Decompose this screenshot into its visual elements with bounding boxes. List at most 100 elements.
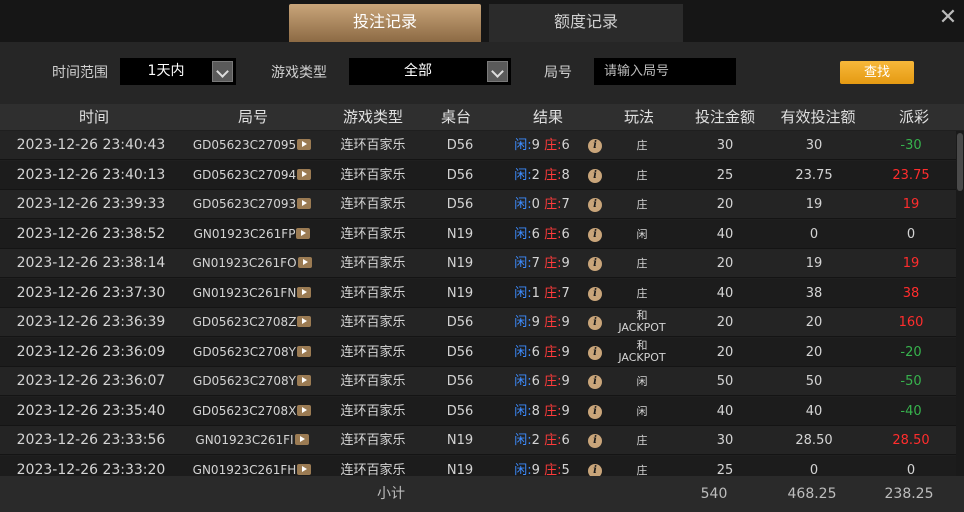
bet-type-extra: JACKPOT (618, 321, 666, 334)
cell-round[interactable]: GN01923C261FO (184, 249, 320, 278)
player-label: 闲: (514, 256, 532, 271)
player-label: 闲: (514, 462, 532, 477)
cell-time: 2023-12-26 23:40:13 (16, 166, 166, 183)
cell-game: 连环百家乐 (340, 462, 406, 477)
info-icon[interactable]: i (588, 345, 602, 360)
search-button[interactable]: 查找 (840, 61, 914, 84)
info-icon[interactable]: i (588, 257, 602, 271)
info-icon[interactable]: i (588, 316, 602, 330)
cell-bet-type: 闲 (606, 367, 678, 396)
cell-round[interactable]: GD05623C2708X (184, 397, 320, 426)
cell-payout: 23.75 (892, 167, 930, 183)
table-row[interactable]: 2023-12-26 23:38:52 GN01923C261FP 连环百家乐 N19… (0, 219, 956, 249)
cell-round[interactable]: GD05623C2708Z (184, 308, 320, 337)
table-row[interactable]: 2023-12-26 23:33:56 GN01923C261FI 连环百家乐 N19… (0, 426, 956, 455)
play-icon[interactable] (297, 316, 312, 327)
cell-table: D56 (446, 197, 474, 212)
table-row[interactable]: 2023-12-26 23:39:33 GD05623C27093 连环百家乐 D56… (0, 190, 956, 219)
cell-round[interactable]: GN01923C261FN (184, 279, 320, 308)
banker-score: 8 (561, 167, 570, 183)
player-label: 闲: (514, 167, 532, 183)
cell-bet-type: 和 JACKPOT (606, 308, 678, 337)
player-score: 9 (531, 138, 540, 153)
play-icon[interactable] (296, 227, 311, 239)
table-row[interactable]: 2023-12-26 23:37:30 GN01923C261FN 连环百家乐 N19… (0, 278, 956, 308)
info-icon[interactable]: i (588, 168, 602, 183)
col-payout: 派彩 (898, 108, 929, 126)
chevron-down-icon[interactable] (212, 61, 233, 82)
play-icon[interactable] (297, 139, 312, 150)
round-id: GD05623C27094 (192, 167, 297, 182)
cell-round[interactable]: GD05623C27094 (184, 161, 320, 190)
info-icon[interactable]: i (588, 286, 602, 301)
player-label: 闲: (514, 197, 532, 212)
scrollbar-thumb[interactable] (957, 133, 963, 191)
cell-result: 闲:6 庄:9 (500, 367, 584, 396)
banker-score: 9 (561, 403, 570, 419)
play-icon[interactable] (297, 286, 312, 298)
cell-round[interactable]: GD05623C27093 (184, 190, 320, 219)
round-input[interactable]: 请输入局号 (594, 58, 736, 85)
banker-label: 庄: (544, 138, 562, 153)
cell-payout: 28.50 (892, 433, 930, 448)
filter-bar: 时间范围 1天内 游戏类型 全部 局号 请输入局号 查找 (0, 42, 964, 104)
banker-label: 庄: (544, 403, 562, 419)
time-range-select[interactable]: 1天内 (120, 58, 236, 85)
info-icon[interactable]: i (588, 375, 602, 389)
cell-round[interactable]: GN01923C261FP (184, 220, 320, 249)
play-icon[interactable] (294, 434, 309, 445)
banker-label: 庄: (544, 256, 562, 271)
cell-round[interactable]: GN01923C261FH (184, 456, 320, 476)
table-row[interactable]: 2023-12-26 23:38:14 GN01923C261FO 连环百家乐 N19… (0, 249, 956, 278)
play-icon[interactable] (296, 375, 311, 386)
play-icon[interactable] (296, 345, 311, 357)
table-row[interactable]: 2023-12-26 23:33:20 GN01923C261FH 连环百家乐 N19… (0, 455, 956, 477)
cell-table: N19 (446, 433, 474, 448)
bet-type-value: 庄 (636, 198, 648, 211)
player-label: 闲: (514, 315, 532, 330)
cell-round[interactable]: GD05623C2708Y (184, 338, 320, 367)
cell-game: 连环百家乐 (340, 344, 406, 360)
cell-table: D56 (446, 315, 474, 330)
scrollbar[interactable] (956, 131, 964, 476)
cell-game: 连环百家乐 (340, 197, 406, 212)
table-row[interactable]: 2023-12-26 23:36:39 GD05623C2708Z 连环百家乐 D56… (0, 308, 956, 337)
info-icon[interactable]: i (588, 404, 602, 419)
cell-result: 闲:9 庄:9 (500, 308, 584, 337)
play-icon[interactable] (297, 198, 312, 209)
close-icon[interactable]: ✕ (936, 6, 960, 30)
tab-credit-records[interactable]: 额度记录 (489, 4, 683, 42)
cell-game: 连环百家乐 (340, 256, 406, 271)
table-row[interactable]: 2023-12-26 23:36:09 GD05623C2708Y 连环百家乐 D56… (0, 337, 956, 367)
play-icon[interactable] (297, 168, 312, 180)
round-id: GN01923C261FI (195, 433, 294, 447)
round-id: GD05623C2708Y (193, 374, 296, 388)
info-icon[interactable]: i (588, 463, 602, 476)
info-icon[interactable]: i (588, 198, 602, 212)
play-icon[interactable] (297, 463, 312, 475)
cell-round[interactable]: GD05623C2708Y (184, 367, 320, 396)
cell-payout: -30 (900, 138, 922, 153)
tab-bet-records[interactable]: 投注记录 (289, 4, 481, 42)
play-icon[interactable] (297, 257, 312, 268)
cell-table: N19 (446, 462, 474, 477)
table-row[interactable]: 2023-12-26 23:36:07 GD05623C2708Y 连环百家乐 D56… (0, 367, 956, 396)
col-round: 局号 (237, 108, 268, 126)
info-icon[interactable]: i (588, 227, 602, 242)
cell-round[interactable]: GN01923C261FI (184, 426, 320, 455)
info-icon[interactable]: i (588, 434, 602, 448)
play-icon[interactable] (297, 404, 312, 416)
cell-bet-type: 庄 (606, 249, 678, 278)
round-id: GN01923C261FO (192, 256, 297, 270)
table-row[interactable]: 2023-12-26 23:40:13 GD05623C27094 连环百家乐 D56… (0, 160, 956, 190)
game-type-select[interactable]: 全部 (349, 58, 511, 85)
table-row[interactable]: 2023-12-26 23:35:40 GD05623C2708X 连环百家乐 D56… (0, 396, 956, 426)
table-row[interactable]: 2023-12-26 23:40:43 GD05623C27095 连环百家乐 D56… (0, 131, 956, 160)
chevron-down-icon[interactable] (487, 61, 508, 82)
cell-round[interactable]: GD05623C27095 (184, 131, 320, 160)
bet-type-value: 庄 (636, 463, 648, 477)
info-icon[interactable]: i (588, 139, 602, 153)
cell-payout: 19 (902, 256, 920, 271)
table-body[interactable]: 2023-12-26 23:40:43 GD05623C27095 连环百家乐 D56… (0, 131, 964, 476)
cell-amount: 30 (716, 433, 734, 448)
